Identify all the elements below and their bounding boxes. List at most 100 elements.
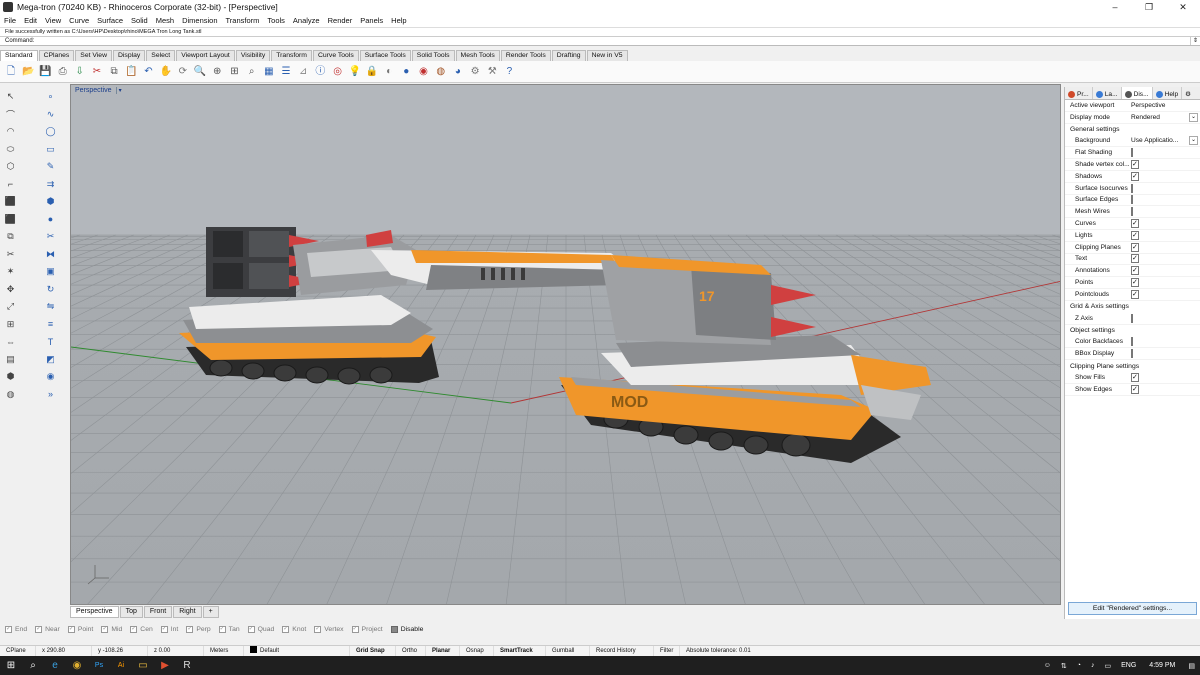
menu-help[interactable]: Help — [387, 16, 410, 25]
polygon-icon[interactable]: ⬡ — [4, 160, 17, 173]
rhino-icon[interactable]: R — [176, 656, 198, 675]
setting-clipping-planes[interactable]: Clipping Planes ✓ — [1065, 242, 1200, 254]
smarttrack-toggle[interactable]: SmartTrack — [494, 645, 546, 657]
layer-status[interactable]: Default — [244, 645, 350, 657]
toolbar-tab-new-in-v5[interactable]: New in V5 — [586, 50, 628, 61]
setting-shadows[interactable]: Shadows ✓ — [1065, 171, 1200, 183]
menu-transform[interactable]: Transform — [222, 16, 264, 25]
osnap-vertex[interactable]: ✓ Vertex — [314, 625, 344, 633]
options-icon[interactable]: ⚙ — [468, 65, 482, 79]
edge-icon[interactable]: e — [44, 656, 66, 675]
light-icon[interactable]: 💡 — [348, 65, 362, 79]
osnap-project[interactable]: ✓ Project — [351, 625, 383, 633]
circle-icon[interactable]: ◯ — [44, 125, 57, 138]
menu-analyze[interactable]: Analyze — [289, 16, 324, 25]
properties-icon[interactable]: ⓘ — [313, 65, 327, 79]
environment-icon[interactable]: ◕ — [451, 65, 465, 79]
edit-rendered-settings-button[interactable]: Edit "Rendered" settings... — [1068, 602, 1197, 615]
ortho-toggle[interactable]: Ortho — [396, 645, 426, 657]
polyline-icon[interactable]: ⌒ — [4, 108, 17, 121]
block-icon[interactable]: ◩ — [44, 353, 57, 366]
toolbar-tab-solid-tools[interactable]: Solid Tools — [411, 50, 455, 61]
setting-color-backfaces[interactable]: Color Backfaces — [1065, 337, 1200, 349]
menu-panels[interactable]: Panels — [356, 16, 387, 25]
chevron-down-icon[interactable]: ⌄ — [1189, 136, 1198, 146]
join-icon[interactable]: ⧓ — [44, 248, 57, 261]
rotate-icon[interactable]: ↻ — [44, 283, 57, 296]
mirror-icon[interactable]: ⇋ — [44, 300, 57, 313]
paste-icon[interactable]: 📋 — [124, 65, 138, 79]
setting-clipping-planes-checkbox[interactable]: ✓ — [1131, 242, 1139, 252]
setting-lights-checkbox[interactable]: ✓ — [1131, 230, 1139, 240]
osnap-point-checkbox[interactable]: ✓ — [67, 625, 75, 633]
ellipse-icon[interactable]: ⬭ — [4, 143, 17, 156]
point-icon[interactable]: ∘ — [44, 90, 57, 103]
setting-shadows-checkbox[interactable]: ✓ — [1131, 171, 1139, 181]
help-icon[interactable]: ? — [502, 65, 516, 79]
osnap-toggle[interactable]: Osnap — [460, 645, 494, 657]
planar-toggle[interactable]: Planar — [426, 645, 460, 657]
setting-bbox-display[interactable]: BBox Display — [1065, 348, 1200, 361]
photoshop-icon[interactable]: Ps — [88, 656, 110, 675]
four-views-icon[interactable]: ▦ — [262, 65, 276, 79]
zoom-selected-icon[interactable]: ⌕ — [245, 65, 259, 79]
setting-curves[interactable]: Curves ✓ — [1065, 218, 1200, 230]
display-mode-row[interactable]: Display mode Rendered ⌄ — [1065, 112, 1200, 124]
setting-text-checkbox[interactable]: ✓ — [1131, 254, 1139, 264]
menu-file[interactable]: File — [0, 16, 20, 25]
cplane-status[interactable]: CPlane — [0, 645, 36, 657]
menu-tools[interactable]: Tools — [263, 16, 289, 25]
illustrator-icon[interactable]: Ai — [110, 656, 132, 675]
osnap-disable[interactable]: Disable — [390, 625, 423, 633]
panel-tab-la[interactable]: La... — [1093, 87, 1122, 99]
extrude-icon[interactable]: ⬛ — [4, 195, 17, 208]
osnap-int[interactable]: ✓ Int — [160, 625, 178, 633]
mesh-icon[interactable]: ⬢ — [4, 370, 17, 383]
setting-show-fills[interactable]: Show Fills ✓ — [1065, 372, 1200, 384]
setting-mesh-wires-checkbox[interactable] — [1131, 207, 1133, 217]
scale-icon[interactable]: ⤢ — [4, 300, 17, 313]
cplane-icon[interactable]: ⊿ — [296, 65, 310, 79]
rotate-view-icon[interactable]: ⟳ — [176, 65, 190, 79]
osnap-quad[interactable]: ✓ Quad — [247, 625, 274, 633]
toolbar-tab-select[interactable]: Select — [146, 50, 176, 61]
osnap-end[interactable]: ✓ End — [5, 625, 27, 633]
viewport-tab-top[interactable]: Top — [119, 606, 143, 618]
toolbar-tab-standard[interactable]: Standard — [0, 50, 38, 61]
toolbar-tab-visibility[interactable]: Visibility — [235, 50, 271, 61]
command-input[interactable] — [36, 37, 1190, 45]
zoom-window-icon[interactable]: ⊕ — [210, 65, 224, 79]
bridge-body[interactable] — [371, 250, 631, 290]
background-row[interactable]: Background Use Applicatio... ⌄ — [1065, 136, 1200, 148]
grid-snap-toggle[interactable]: Grid Snap — [350, 645, 396, 657]
setting-color-backfaces-checkbox[interactable] — [1131, 337, 1133, 347]
toolbar-tab-transform[interactable]: Transform — [271, 50, 312, 61]
close-button[interactable]: ✕ — [1166, 2, 1200, 13]
osnap-vertex-checkbox[interactable]: ✓ — [314, 625, 322, 633]
setting-bbox-display-checkbox[interactable] — [1131, 349, 1133, 359]
setting-text[interactable]: Text ✓ — [1065, 254, 1200, 266]
toolbar-tab-surface-tools[interactable]: Surface Tools — [359, 50, 411, 61]
command-scroll-icon[interactable]: ⇕ — [1190, 37, 1200, 45]
osnap-near-checkbox[interactable]: ✓ — [35, 625, 43, 633]
osnap-tan-checkbox[interactable]: ✓ — [218, 625, 226, 633]
shade-icon[interactable]: ● — [399, 65, 413, 79]
text-icon[interactable]: T — [44, 335, 57, 348]
viewport-tab-front[interactable]: Front — [143, 606, 173, 618]
fillet-icon[interactable]: ⌐ — [4, 178, 17, 191]
explode-icon[interactable]: ✶ — [4, 265, 17, 278]
hatch-icon[interactable]: ▤ — [4, 353, 17, 366]
menu-surface[interactable]: Surface — [93, 16, 127, 25]
setting-annotations-checkbox[interactable]: ✓ — [1131, 266, 1139, 276]
background-select[interactable]: Use Applicatio... — [1131, 137, 1189, 144]
volume-icon[interactable]: ♪ — [1086, 662, 1100, 669]
solid-box-icon[interactable]: ⬛ — [4, 213, 17, 226]
osnap-disable-checkbox[interactable] — [390, 625, 398, 633]
open-file-icon[interactable]: 📂 — [21, 65, 35, 79]
setting-flat-shading-checkbox[interactable] — [1131, 148, 1133, 158]
tools-icon[interactable]: ⚒ — [485, 65, 499, 79]
perspective-viewport[interactable]: MOD 17 Perspective ▾ — [70, 84, 1061, 605]
toolbar-tab-display[interactable]: Display — [113, 50, 146, 61]
lock-icon[interactable]: 🔒 — [365, 65, 379, 79]
osnap-quad-checkbox[interactable]: ✓ — [247, 625, 255, 633]
